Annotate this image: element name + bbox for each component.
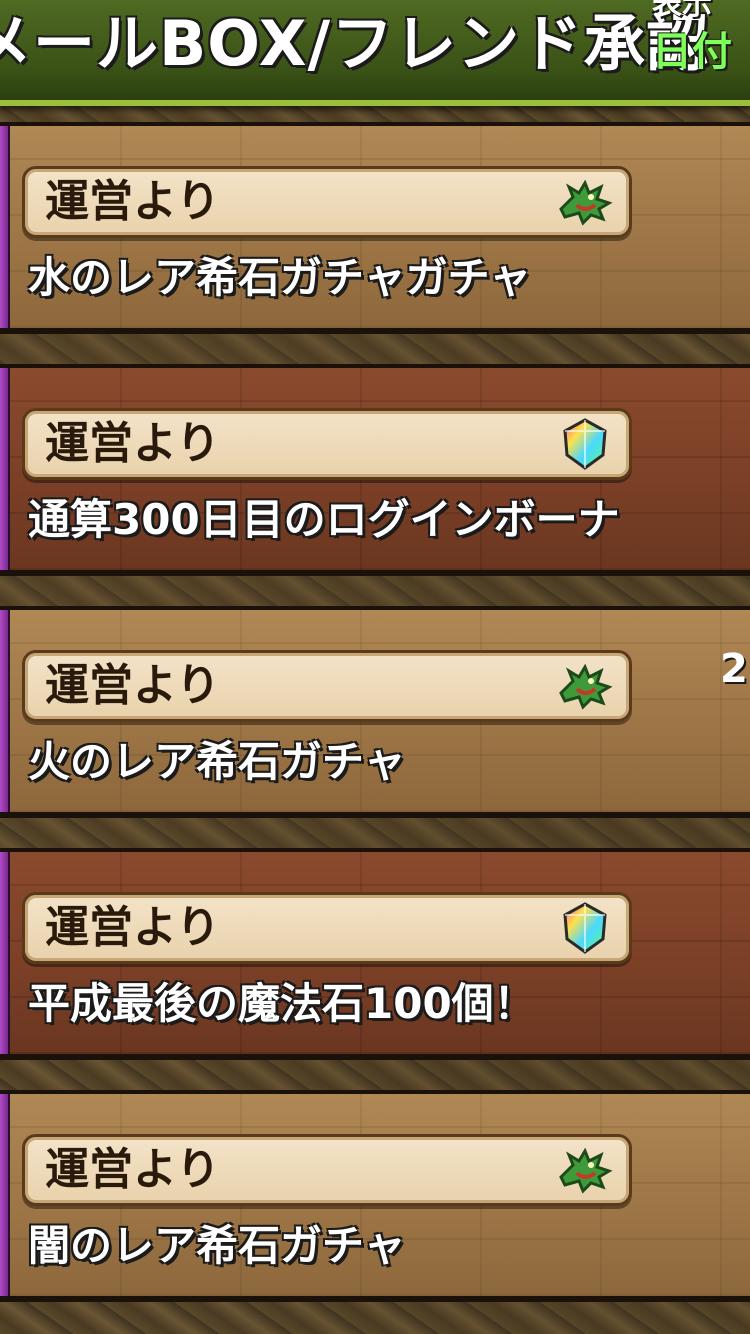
magic-stone-icon bbox=[563, 902, 607, 954]
sender-plate: 運営より bbox=[22, 650, 632, 722]
mail-edge-marker bbox=[0, 126, 10, 328]
sender-plate: 運営より bbox=[22, 408, 632, 480]
mail-subject: 通算300日目のログインボーナ bbox=[28, 495, 620, 544]
mail-subject: 平成最後の魔法石100個！ bbox=[28, 979, 536, 1028]
sender-name: 運営より bbox=[45, 902, 221, 953]
mail-edge-marker bbox=[0, 852, 10, 1054]
dragon-icon bbox=[559, 179, 613, 226]
sort-value: 日付 bbox=[652, 29, 732, 75]
mail-item[interactable]: 運営より 通算300日目のログインボーナ bbox=[0, 364, 750, 576]
sender-name: 運営より bbox=[45, 418, 221, 469]
mail-list: 運営より 水のレア希石ガチャガチャ 運営より 通算300日目のログインボーナ 運… bbox=[0, 100, 750, 1334]
sender-plate: 運営より bbox=[22, 892, 632, 964]
mail-subject: 水のレア希石ガチャガチャ bbox=[28, 253, 532, 302]
sort-toggle[interactable]: 表示 日付 bbox=[652, 0, 750, 72]
side-count: 2 bbox=[720, 646, 748, 692]
sender-plate: 運営より bbox=[22, 1134, 632, 1206]
mail-item[interactable]: 運営より 平成最後の魔法石100個！ bbox=[0, 848, 750, 1060]
header-bar: メールBOX/フレンド承認 表示 日付 bbox=[0, 0, 750, 106]
dragon-icon bbox=[559, 663, 613, 710]
mail-item[interactable]: 運営より 水のレア希石ガチャガチャ bbox=[0, 122, 750, 334]
mail-item[interactable]: 運営より 闇のレア希石ガチャ bbox=[0, 1090, 750, 1302]
mail-edge-marker bbox=[0, 368, 10, 570]
mail-edge-marker bbox=[0, 1094, 10, 1296]
sender-name: 運営より bbox=[45, 176, 221, 227]
sender-name: 運営より bbox=[45, 660, 221, 711]
sender-name: 運営より bbox=[45, 1144, 221, 1195]
sender-plate: 運営より bbox=[22, 166, 632, 238]
page-title: メールBOX/フレンド承認 bbox=[0, 7, 710, 80]
sort-label: 表示 bbox=[652, 0, 712, 22]
mail-subject: 闇のレア希石ガチャ bbox=[28, 1221, 406, 1270]
mail-subject: 火のレア希石ガチャ bbox=[28, 737, 406, 786]
mail-item[interactable]: 運営より 火のレア希石ガチャ 2 bbox=[0, 606, 750, 818]
magic-stone-icon bbox=[563, 418, 607, 470]
dragon-icon bbox=[559, 1147, 613, 1194]
mail-edge-marker bbox=[0, 610, 10, 812]
